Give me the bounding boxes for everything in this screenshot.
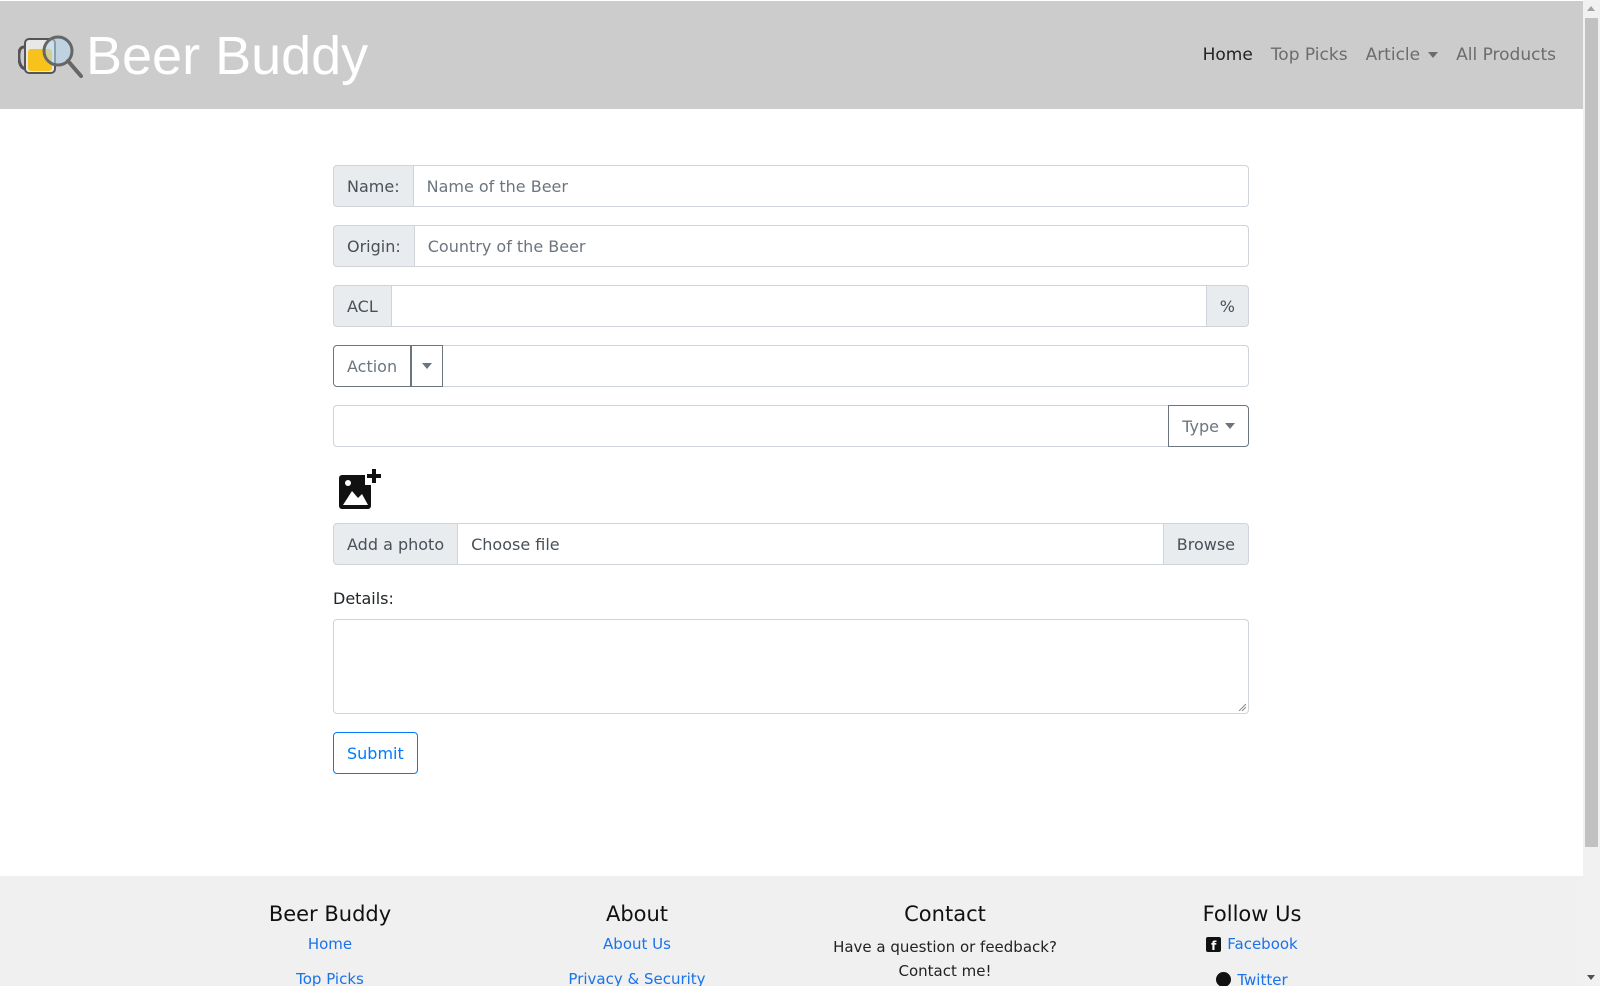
facebook-icon: f bbox=[1206, 936, 1222, 952]
footer-link-about-us[interactable]: About Us bbox=[537, 935, 737, 953]
action-dropdown-toggle[interactable] bbox=[411, 345, 444, 387]
name-label: Name: bbox=[333, 165, 414, 207]
browse-button[interactable]: Browse bbox=[1162, 523, 1249, 565]
beer-form: Name: Name of the Beer Origin: Country o… bbox=[333, 165, 1249, 774]
nav-all-products[interactable]: All Products bbox=[1456, 45, 1556, 65]
caret-down-icon bbox=[1225, 423, 1235, 429]
facebook-label: Facebook bbox=[1227, 935, 1298, 953]
brand[interactable]: Beer Buddy bbox=[18, 23, 368, 89]
main-nav: Home Top Picks Article All Products bbox=[1185, 45, 1556, 65]
footer-contact-line1: Have a question or feedback? bbox=[833, 938, 1057, 956]
brand-name: Beer Buddy bbox=[86, 26, 369, 86]
footer-col-about: About About Us Privacy & Security bbox=[537, 902, 737, 986]
type-group: Type bbox=[333, 405, 1249, 447]
origin-input[interactable]: Country of the Beer bbox=[414, 225, 1249, 267]
name-placeholder: Name of the Beer bbox=[426, 176, 568, 196]
acl-unit: % bbox=[1205, 285, 1249, 327]
file-input[interactable]: Choose file bbox=[458, 523, 1163, 565]
caret-down-icon bbox=[422, 363, 433, 369]
vertical-scrollbar[interactable] bbox=[1583, 0, 1600, 986]
add-photo-icon[interactable] bbox=[337, 467, 383, 513]
origin-group: Origin: Country of the Beer bbox=[333, 225, 1249, 267]
acl-group: ACL % bbox=[333, 285, 1249, 327]
scroll-up-arrow-icon[interactable] bbox=[1587, 6, 1595, 11]
action-input[interactable] bbox=[443, 345, 1249, 387]
name-group: Name: Name of the Beer bbox=[333, 165, 1249, 207]
details-textarea[interactable] bbox=[333, 619, 1249, 714]
acl-label: ACL bbox=[333, 285, 392, 327]
nav-home[interactable]: Home bbox=[1203, 45, 1253, 65]
add-photo-label: Add a photo bbox=[333, 523, 459, 565]
nav-article-dropdown[interactable]: Article bbox=[1366, 45, 1439, 65]
photo-group: Add a photo Choose file Browse bbox=[333, 523, 1249, 565]
origin-label: Origin: bbox=[333, 225, 415, 267]
footer-col-brand: Beer Buddy Home Top Picks bbox=[230, 902, 430, 986]
type-dropdown-button[interactable]: Type bbox=[1168, 405, 1249, 447]
type-input[interactable] bbox=[333, 405, 1169, 447]
footer-link-home[interactable]: Home bbox=[230, 935, 430, 953]
action-button[interactable]: Action bbox=[333, 345, 412, 387]
navbar: Beer Buddy Home Top Picks Article All Pr… bbox=[0, 1, 1583, 109]
scroll-down-arrow-icon[interactable] bbox=[1587, 975, 1595, 980]
nav-top-picks[interactable]: Top Picks bbox=[1271, 45, 1348, 65]
footer-about-title: About bbox=[605, 902, 669, 926]
page: Beer Buddy Home Top Picks Article All Pr… bbox=[0, 0, 1583, 986]
origin-placeholder: Country of the Beer bbox=[427, 236, 586, 256]
file-input-text: Choose file bbox=[471, 534, 560, 554]
footer-link-facebook[interactable]: f Facebook bbox=[1152, 935, 1352, 954]
details-label: Details: bbox=[333, 589, 394, 608]
acl-input[interactable] bbox=[391, 285, 1206, 327]
footer-link-privacy[interactable]: Privacy & Security bbox=[537, 970, 737, 986]
action-group: Action bbox=[333, 345, 1249, 387]
footer-contact-line2[interactable]: Contact me! bbox=[805, 959, 1085, 983]
nav-article-label: Article bbox=[1365, 45, 1421, 65]
footer: Beer Buddy Home Top Picks About About Us… bbox=[0, 876, 1583, 986]
footer-follow-title: Follow Us bbox=[1202, 902, 1302, 926]
twitter-icon bbox=[1216, 972, 1232, 986]
footer-col-follow: Follow Us f Facebook Twitter bbox=[1152, 902, 1352, 986]
footer-contact-title: Contact bbox=[904, 902, 986, 926]
resize-handle-icon[interactable] bbox=[1238, 703, 1246, 711]
twitter-label: Twitter bbox=[1237, 970, 1288, 986]
beer-mug-magnifier-icon bbox=[18, 35, 83, 78]
scrollbar-thumb[interactable] bbox=[1585, 18, 1598, 847]
name-input[interactable]: Name of the Beer bbox=[413, 165, 1249, 207]
footer-col-contact: Contact Have a question or feedback? Con… bbox=[805, 902, 1085, 983]
submit-button[interactable]: Submit bbox=[333, 732, 418, 774]
footer-link-twitter[interactable]: Twitter bbox=[1152, 971, 1352, 986]
caret-down-icon bbox=[1428, 52, 1439, 58]
type-label: Type bbox=[1182, 416, 1219, 436]
footer-link-top-picks[interactable]: Top Picks bbox=[230, 970, 430, 986]
footer-brand-title: Beer Buddy bbox=[268, 902, 392, 926]
